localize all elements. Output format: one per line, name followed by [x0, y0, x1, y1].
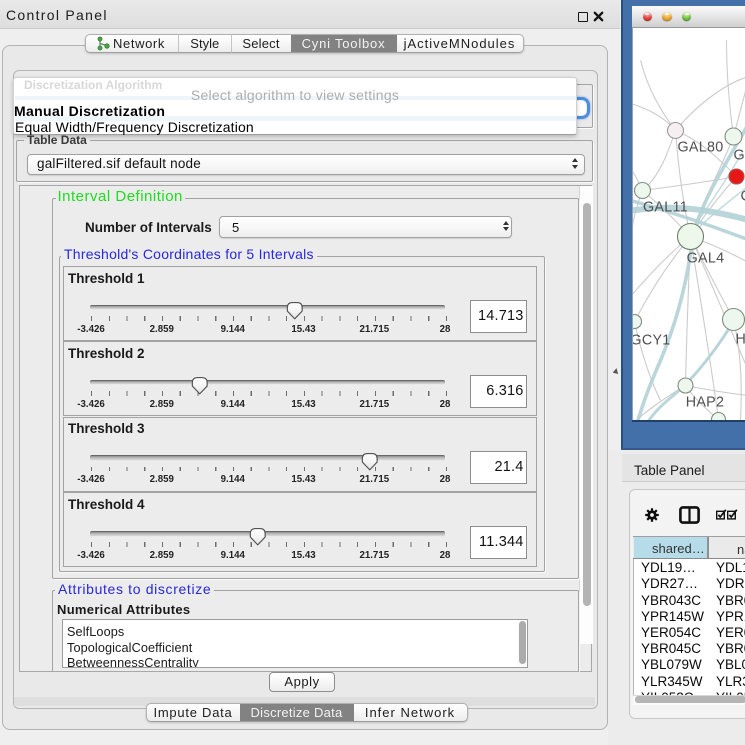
svg-text:CR: CR	[740, 188, 745, 204]
svg-text:GA: GA	[733, 147, 745, 163]
svg-text:GAL4: GAL4	[686, 250, 724, 266]
svg-text:GAL80: GAL80	[677, 139, 723, 155]
svg-text:HAP2: HAP2	[685, 394, 724, 410]
svg-text:HI: HI	[735, 331, 745, 347]
svg-text:GCY1: GCY1	[632, 332, 671, 348]
svg-text:GAL11: GAL11	[643, 199, 688, 215]
